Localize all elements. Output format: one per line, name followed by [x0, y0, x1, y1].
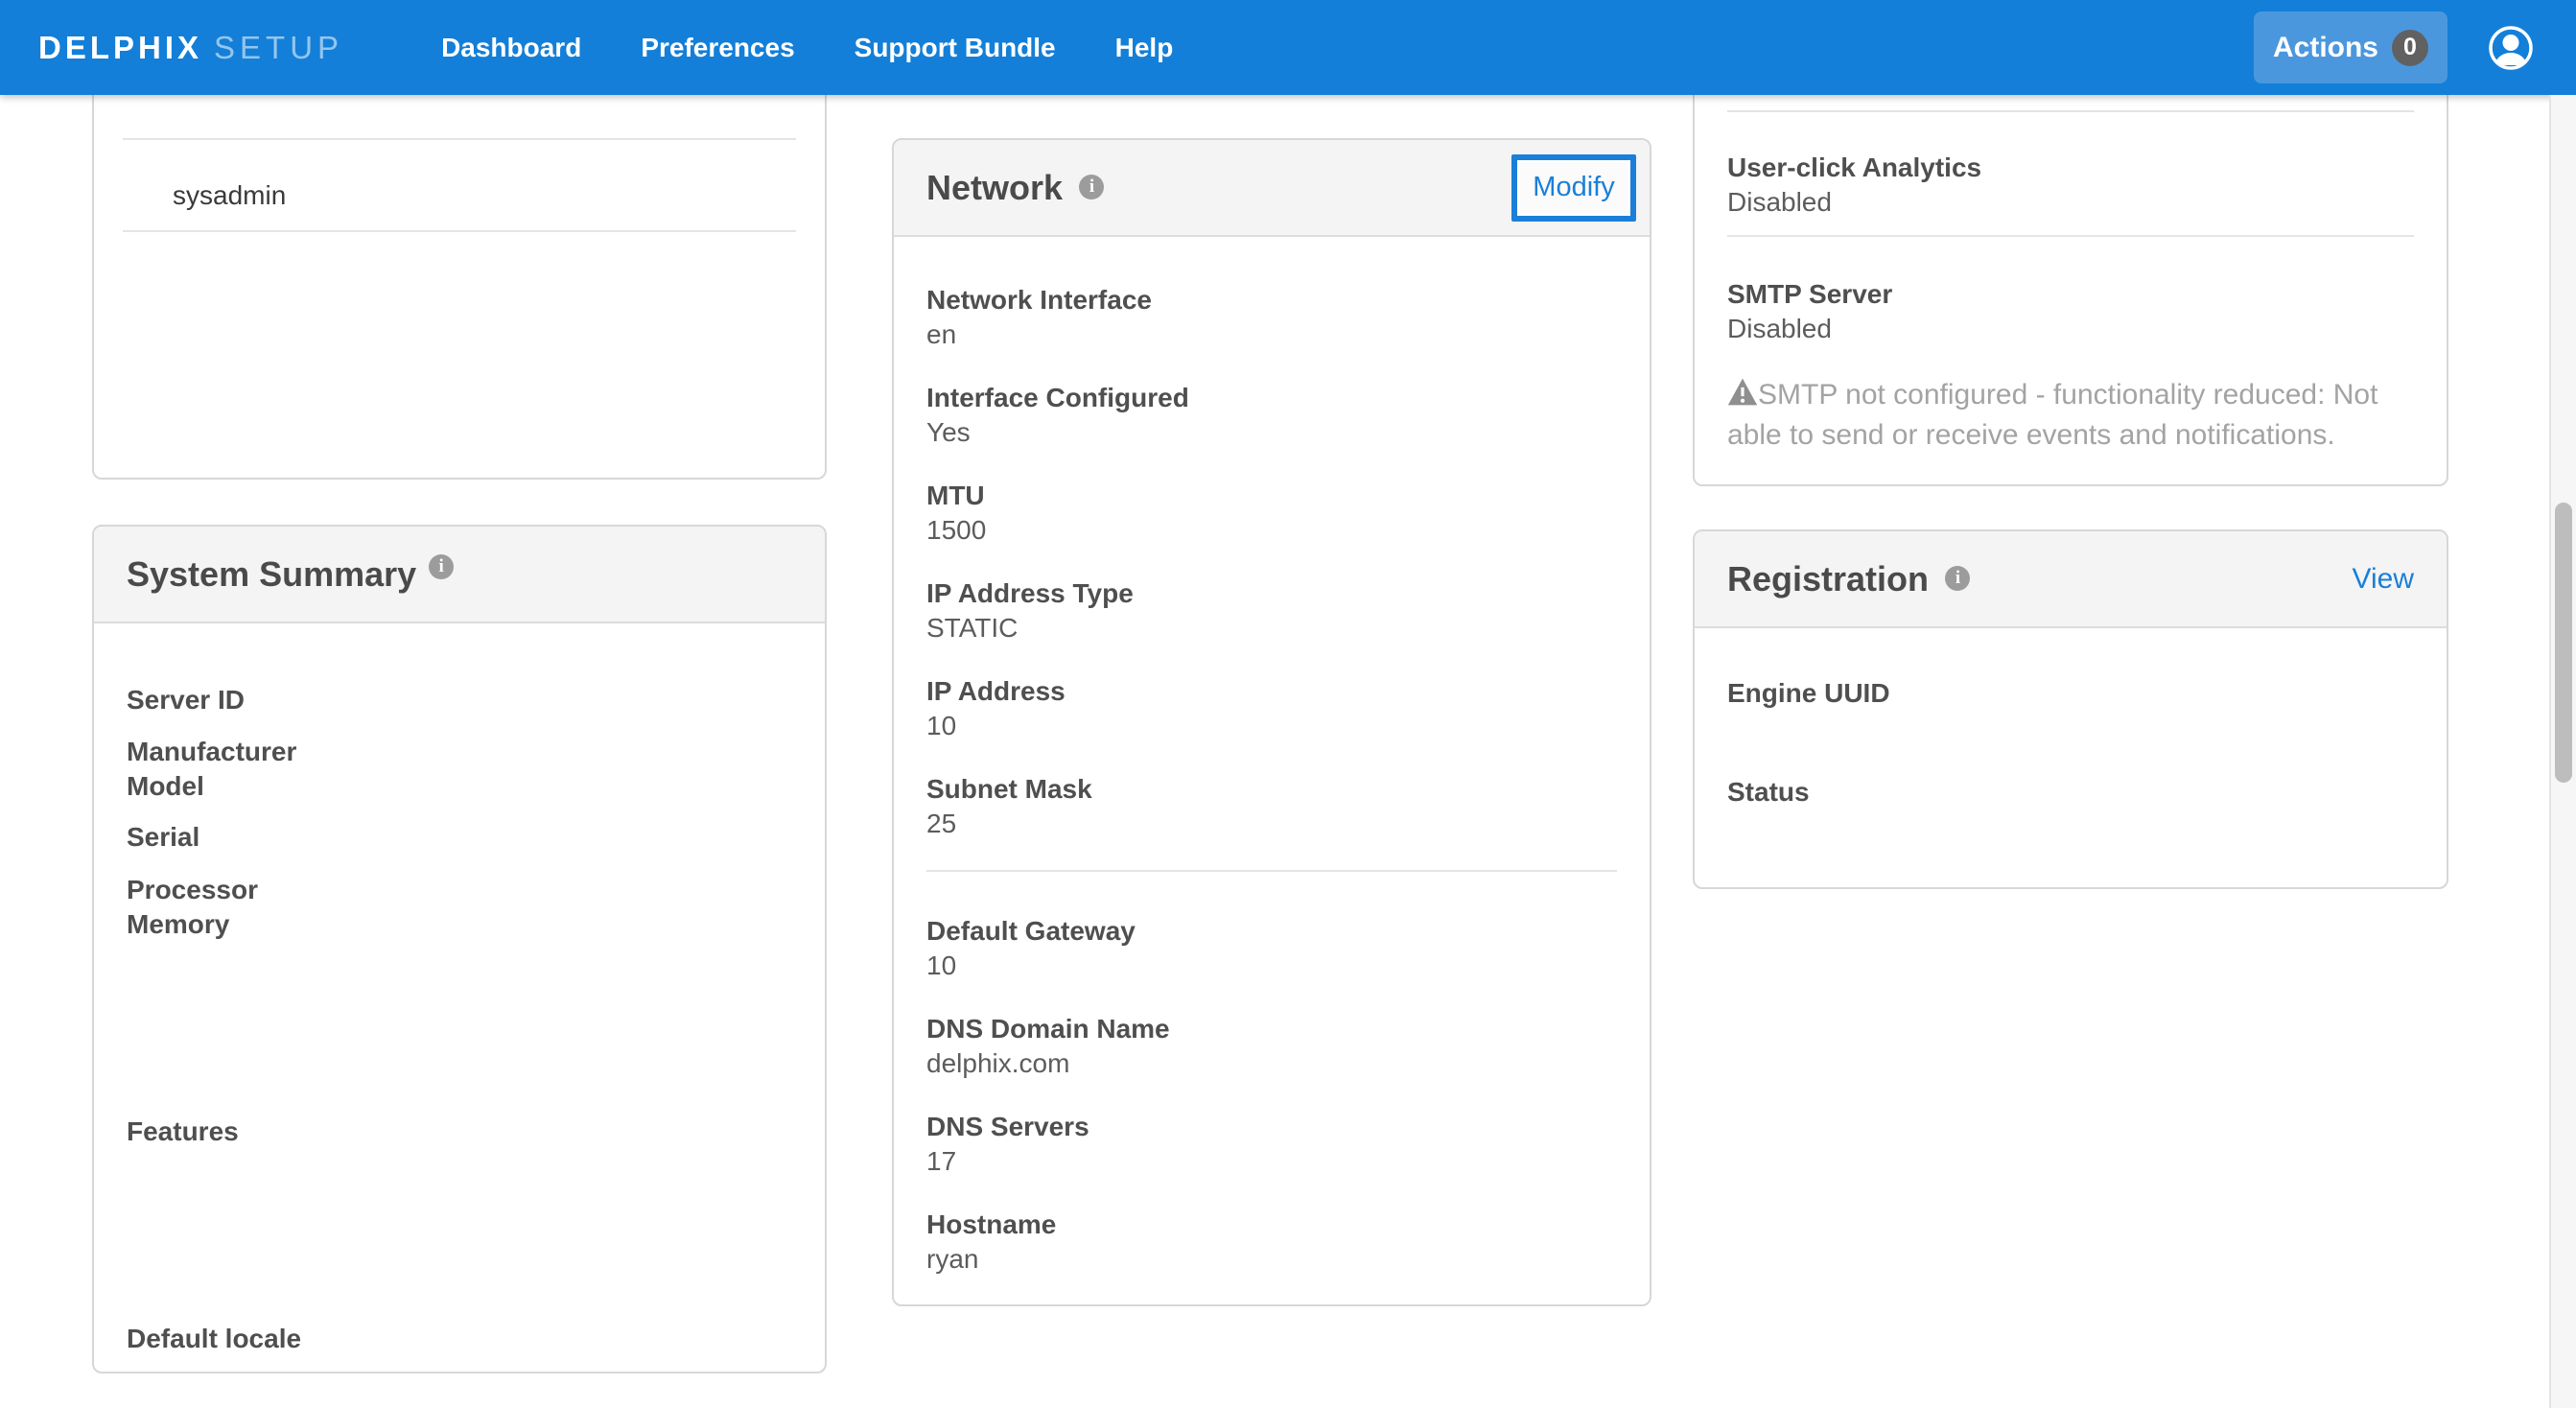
field-value: 1500 [926, 513, 1617, 548]
network-title-wrap: Network i [926, 168, 1104, 208]
registration-view-link[interactable]: View [2353, 563, 2414, 596]
field-label: Interface Configured [926, 381, 1617, 415]
manufacturer-label: Manufacturer [127, 735, 792, 769]
field-value: 17 [926, 1144, 1617, 1179]
network-field: Interface Configured Yes [926, 381, 1617, 450]
server-id-label: Server ID [127, 683, 792, 717]
network-fields-top: Network Interface en Interface Configure… [926, 283, 1617, 841]
nav-link[interactable]: Dashboard [441, 33, 581, 63]
smtp-server-value: Disabled [1727, 312, 2414, 346]
system-summary-body: Server ID Manufacturer Model Serial Proc… [94, 623, 825, 1356]
field-value: 10 [926, 949, 1617, 983]
features-label: Features [127, 1115, 792, 1149]
network-fields-bottom: Default Gateway 10 DNS Domain Name delph… [926, 914, 1617, 1277]
field-value: en [926, 317, 1617, 352]
field-label: IP Address [926, 674, 1617, 709]
actions-count-badge: 0 [2392, 30, 2428, 66]
field-value: 10 [926, 709, 1617, 743]
processor-label: Processor [127, 873, 792, 907]
field-label: Default Gateway [926, 914, 1617, 949]
info-icon[interactable]: i [1079, 175, 1104, 199]
top-navbar: DELPHIX SETUP Dashboard Preferences Supp… [0, 0, 2576, 95]
network-field: IP Address 10 [926, 674, 1617, 743]
network-field: Hostname ryan [926, 1208, 1617, 1277]
scrollbar-track [2549, 95, 2576, 1408]
smtp-warning: SMTP not configured - functionality redu… [1727, 375, 2414, 456]
status-card: User-click Analytics Disabled SMTP Serve… [1693, 58, 2448, 486]
registration-card: Registration i View Engine UUID Status [1693, 529, 2448, 889]
user-avatar-icon[interactable] [2488, 25, 2534, 71]
divider [123, 138, 796, 140]
brand-suffix: SETUP [214, 30, 343, 66]
smtp-warning-text: SMTP not configured - functionality redu… [1727, 379, 2377, 451]
field-label: Network Interface [926, 283, 1617, 317]
network-field: DNS Servers 17 [926, 1110, 1617, 1179]
warning-triangle-icon [1727, 377, 1758, 405]
field-label: DNS Domain Name [926, 1012, 1617, 1046]
memory-label: Memory [127, 907, 792, 942]
default-locale-label: Default locale [127, 1322, 792, 1356]
network-body: Network Interface en Interface Configure… [894, 237, 1650, 1277]
registration-title-wrap: Registration i [1727, 559, 1970, 599]
nav-link[interactable]: Preferences [641, 33, 794, 63]
field-label: Hostname [926, 1208, 1617, 1242]
divider [1727, 110, 2414, 112]
field-value: Yes [926, 415, 1617, 450]
session-card: sysadmin [92, 58, 827, 480]
field-value: ryan [926, 1242, 1617, 1277]
system-summary-card: System Summary i Server ID Manufacturer … [92, 525, 827, 1373]
network-card: Network i Modify Network Interface en In… [892, 138, 1651, 1306]
network-field: MTU 1500 [926, 479, 1617, 548]
info-icon[interactable]: i [1945, 566, 1970, 591]
field-label: IP Address Type [926, 576, 1617, 611]
nav-right: Actions 0 [2254, 12, 2534, 83]
field-value: delphix.com [926, 1046, 1617, 1081]
network-field: DNS Domain Name delphix.com [926, 1012, 1617, 1081]
field-label: MTU [926, 479, 1617, 513]
divider [1727, 235, 2414, 237]
modify-button[interactable]: Modify [1511, 154, 1636, 222]
user-click-analytics-label: User-click Analytics [1727, 151, 2414, 185]
divider [123, 230, 796, 232]
system-summary-header: System Summary i [94, 527, 825, 623]
smtp-server-field: SMTP Server Disabled [1727, 277, 2414, 346]
field-value: 25 [926, 807, 1617, 841]
network-field: Subnet Mask 25 [926, 772, 1617, 841]
status-label: Status [1727, 775, 2414, 810]
scrollbar-thumb[interactable] [2555, 503, 2572, 783]
network-field: Network Interface en [926, 283, 1617, 352]
registration-title: Registration [1727, 559, 1929, 598]
session-user: sysadmin [123, 178, 796, 213]
registration-header: Registration i View [1695, 531, 2447, 628]
actions-button[interactable]: Actions 0 [2254, 12, 2447, 83]
field-value: STATIC [926, 611, 1617, 645]
nav-link[interactable]: Help [1115, 33, 1174, 63]
field-label: DNS Servers [926, 1110, 1617, 1144]
nav-link[interactable]: Support Bundle [855, 33, 1056, 63]
network-field: Default Gateway 10 [926, 914, 1617, 983]
serial-label: Serial [127, 820, 792, 855]
network-field: IP Address Type STATIC [926, 576, 1617, 645]
divider [926, 870, 1617, 872]
user-click-analytics-value: Disabled [1727, 185, 2414, 220]
system-summary-title: System Summary [127, 554, 416, 595]
smtp-server-label: SMTP Server [1727, 277, 2414, 312]
nav-links: Dashboard Preferences Support Bundle Hel… [382, 33, 1173, 63]
field-label: Subnet Mask [926, 772, 1617, 807]
actions-button-label: Actions [2273, 32, 2378, 64]
user-click-analytics-field: User-click Analytics Disabled [1727, 151, 2414, 220]
brand-name: DELPHIX [38, 30, 202, 66]
delphix-setup-logo: DELPHIX SETUP [38, 30, 343, 66]
network-title: Network [926, 168, 1063, 207]
info-icon[interactable]: i [429, 554, 454, 579]
network-header: Network i Modify [894, 140, 1650, 237]
registration-body: Engine UUID Status [1695, 628, 2447, 810]
engine-uuid-label: Engine UUID [1727, 676, 2414, 711]
model-label: Model [127, 769, 792, 804]
